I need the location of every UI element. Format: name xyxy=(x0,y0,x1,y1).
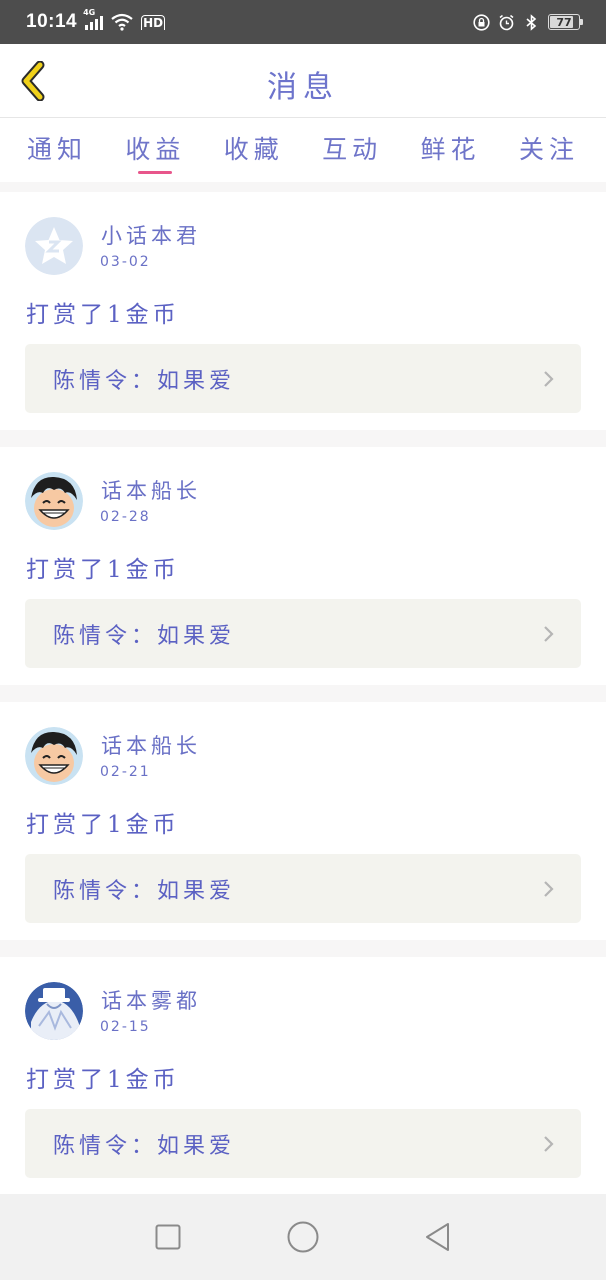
message-card: 小话本君 03-02 打赏了1金币 陈情令：如果爱 xyxy=(0,192,606,430)
tab-label: 关注 xyxy=(518,135,579,164)
chevron-right-icon xyxy=(544,371,554,387)
alarm-icon xyxy=(499,14,514,30)
message-action: 打赏了1金币 xyxy=(26,812,180,838)
lock-rotation-icon xyxy=(473,13,490,31)
recent-apps-button[interactable] xyxy=(148,1217,188,1257)
work-title: 陈情令：如果爱 xyxy=(53,1133,236,1159)
avatar[interactable] xyxy=(25,982,83,1040)
message-list: 小话本君 03-02 打赏了1金币 陈情令：如果爱 话本船长 02-28 打赏了… xyxy=(0,192,606,1212)
page-title: 消息 xyxy=(267,70,339,105)
user-name[interactable]: 话本船长 xyxy=(101,475,201,505)
system-nav-bar xyxy=(0,1194,606,1280)
triangle-back-icon xyxy=(426,1223,450,1251)
status-time: 10:14 xyxy=(26,11,78,32)
tab-bar: 通知 收益 收藏 互动 鲜花 关注 xyxy=(0,118,606,182)
network-type: 4G xyxy=(83,8,96,17)
message-action: 打赏了1金币 xyxy=(26,302,180,328)
tab-label: 收益 xyxy=(125,135,186,164)
work-title: 陈情令：如果爱 xyxy=(53,368,236,394)
square-icon xyxy=(155,1224,181,1250)
message-card: 话本雾都 02-15 打赏了1金币 陈情令：如果爱 xyxy=(0,957,606,1195)
back-nav-button[interactable] xyxy=(418,1217,458,1257)
user-name[interactable]: 话本船长 xyxy=(101,730,201,760)
tab-label: 互动 xyxy=(322,135,383,164)
work-link[interactable]: 陈情令：如果爱 xyxy=(25,854,581,923)
tab-label: 通知 xyxy=(26,135,87,164)
app-header: 消息 xyxy=(0,44,606,118)
work-title: 陈情令：如果爱 xyxy=(53,878,236,904)
battery-level: 77 xyxy=(556,15,572,29)
message-date: 02-28 xyxy=(100,509,151,525)
user-name[interactable]: 话本雾都 xyxy=(101,985,201,1015)
circle-icon xyxy=(287,1221,319,1253)
home-button[interactable] xyxy=(283,1217,323,1257)
avatar[interactable] xyxy=(25,727,83,785)
bluetooth-icon xyxy=(526,13,537,31)
white-caped-figure-avatar-icon xyxy=(25,982,83,1040)
signal-icon: 4G xyxy=(83,8,104,30)
cartoon-boy-avatar-icon xyxy=(25,472,83,530)
battery-icon: 77 xyxy=(548,14,583,30)
message-date: 02-21 xyxy=(100,764,151,780)
active-tab-indicator xyxy=(138,171,173,174)
message-card: 话本船长 02-28 打赏了1金币 陈情令：如果爱 xyxy=(0,447,606,685)
chevron-right-icon xyxy=(544,881,554,897)
message-action: 打赏了1金币 xyxy=(26,1067,180,1093)
work-title: 陈情令：如果爱 xyxy=(53,623,236,649)
hd-indicator: HD xyxy=(141,14,166,30)
message-date: 03-02 xyxy=(100,254,151,270)
tab-earnings[interactable]: 收益 xyxy=(122,118,188,182)
user-name[interactable]: 小话本君 xyxy=(101,220,201,250)
message-action: 打赏了1金币 xyxy=(26,557,180,583)
work-link[interactable]: 陈情令：如果爱 xyxy=(25,1109,581,1178)
tab-label: 收藏 xyxy=(223,135,284,164)
work-link[interactable]: 陈情令：如果爱 xyxy=(25,344,581,413)
tab-notifications[interactable]: 通知 xyxy=(24,118,90,182)
tab-follows[interactable]: 关注 xyxy=(516,118,582,182)
tab-flowers[interactable]: 鲜花 xyxy=(418,118,484,182)
wifi-icon xyxy=(111,13,133,31)
chevron-right-icon xyxy=(544,626,554,642)
star-avatar-icon xyxy=(25,217,83,275)
avatar[interactable] xyxy=(25,217,83,275)
tab-favorites[interactable]: 收藏 xyxy=(221,118,287,182)
avatar[interactable] xyxy=(25,472,83,530)
tab-label: 鲜花 xyxy=(420,135,481,164)
message-date: 02-15 xyxy=(100,1019,151,1035)
status-bar: 10:14 4G HD 77 xyxy=(0,0,606,44)
cartoon-boy-avatar-icon xyxy=(25,727,83,785)
work-link[interactable]: 陈情令：如果爱 xyxy=(25,599,581,668)
message-card: 话本船长 02-21 打赏了1金币 陈情令：如果爱 xyxy=(0,702,606,940)
tab-interactions[interactable]: 互动 xyxy=(319,118,385,182)
chevron-right-icon xyxy=(544,1136,554,1152)
